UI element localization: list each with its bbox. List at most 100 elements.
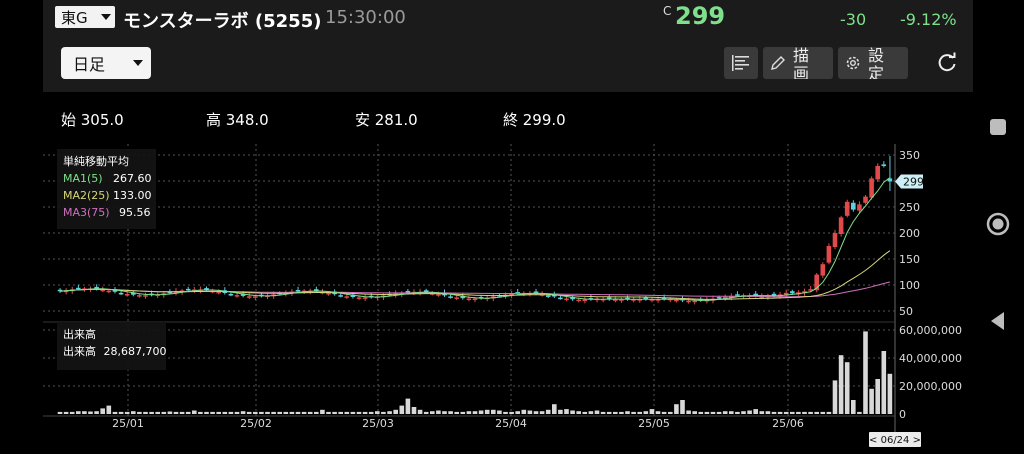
volume-bar: [539, 411, 545, 414]
candle-body: [143, 295, 148, 297]
volume-bar: [63, 411, 69, 414]
volume-legend: 出来高 出来高 28,687,700: [57, 322, 166, 370]
volume-bar: [686, 410, 691, 414]
low-value: 安 281.0: [355, 111, 418, 129]
candle-body: [344, 296, 350, 298]
volume-bar: [765, 411, 771, 414]
volume-bar: [729, 411, 734, 414]
volume-bar: [167, 411, 173, 414]
ma1-line: [60, 177, 891, 301]
volume-bar: [790, 411, 795, 414]
volume-bar: [722, 411, 728, 414]
volume-bar: [210, 411, 215, 414]
volume-bar: [863, 331, 868, 414]
volume-bar: [185, 411, 191, 414]
chevron-down-icon: [133, 60, 143, 66]
volume-bar: [161, 411, 167, 414]
candle-body: [253, 296, 258, 298]
candle-body: [851, 202, 856, 210]
volume-bar: [570, 410, 575, 414]
volume-bar: [545, 409, 551, 414]
high-value: 高 348.0: [206, 111, 269, 129]
period-select[interactable]: 日足: [61, 47, 151, 79]
x-tick-label: 25/04: [495, 417, 527, 430]
volume-bar: [112, 411, 118, 414]
candle-body: [472, 298, 478, 300]
volume-bar: [442, 411, 447, 414]
stock-chart-app: 東G モンスターラボ (5255) 15:30:00 C 299 -30 -9.…: [43, 0, 973, 450]
candle-body: [790, 291, 795, 294]
ma1-row: MA1(5) 267.60: [63, 170, 152, 187]
volume-bar: [533, 411, 539, 414]
volume-bar: [564, 409, 569, 414]
ma1-value: 267.60: [113, 172, 152, 185]
settings-button[interactable]: 設定: [838, 47, 908, 79]
volume-bar: [832, 380, 838, 414]
market-selector[interactable]: 東G: [55, 6, 115, 28]
volume-bar: [289, 411, 295, 414]
volume-bar: [228, 411, 234, 414]
volume-bar: [631, 411, 636, 414]
volume-bar: [88, 411, 93, 414]
chart-area[interactable]: 25/0125/0225/0325/0425/0525/063503002502…: [43, 144, 973, 450]
volume-bar: [887, 373, 893, 414]
volume-bar: [619, 411, 624, 414]
draw-button[interactable]: 描画: [763, 47, 833, 79]
candle-body: [545, 295, 551, 297]
x-tick-label: 25/06: [772, 417, 804, 430]
volume-bar: [411, 407, 417, 414]
volume-bar: [137, 411, 142, 414]
volume-legend-title: 出来高: [63, 328, 96, 341]
volume-bar: [747, 410, 752, 414]
volume-bar: [265, 411, 270, 414]
volume-bar: [155, 411, 160, 414]
volume-bar: [582, 411, 588, 414]
volume-bar: [466, 411, 472, 414]
volume-bar: [332, 411, 337, 414]
candle-body: [234, 295, 240, 297]
chart-canvas[interactable]: 25/0125/0225/0325/0425/0525/063503002502…: [43, 144, 973, 450]
volume-bar: [820, 411, 826, 414]
volume-bar: [741, 411, 746, 414]
volume-bar: [735, 411, 740, 414]
pencil-icon: [771, 56, 785, 70]
candle-body: [844, 201, 850, 216]
volume-bar: [704, 411, 710, 414]
volume-bar: [57, 411, 63, 414]
volume-bar: [124, 411, 130, 414]
volume-bar: [399, 405, 405, 414]
volume-tick-label: 40,000,000: [899, 352, 962, 365]
candle-body: [674, 299, 679, 302]
volume-bar: [558, 409, 563, 414]
volume-bar: [350, 411, 356, 414]
candle-body: [863, 196, 868, 203]
candle-body: [185, 288, 191, 291]
price-tick-label: 200: [899, 227, 920, 240]
ma-legend: 単純移動平均 MA1(5) 267.60 MA2(25) 133.00 MA3(…: [57, 149, 156, 229]
candle-body: [454, 297, 459, 299]
volume-bar: [692, 411, 697, 414]
indicator-list-button[interactable]: [724, 47, 758, 79]
ma1-label: MA1(5): [63, 172, 103, 185]
volume-bar: [338, 411, 343, 414]
header-bar: 東G モンスターラボ (5255) 15:30:00 C 299 -30 -9.…: [43, 0, 973, 36]
candle-body: [338, 295, 343, 297]
volume-bar: [606, 411, 612, 414]
volume-bar: [222, 411, 228, 414]
reload-button[interactable]: [936, 52, 958, 78]
home-icon-dot: [992, 218, 1004, 230]
chart-toolbar: 日足 描画 設定: [43, 36, 973, 92]
ma3-label: MA3(75): [63, 206, 110, 219]
volume-bar: [509, 411, 514, 414]
recents-icon[interactable]: [990, 119, 1006, 135]
candle-body: [875, 165, 880, 180]
volume-tick-label: 60,000,000: [899, 324, 962, 337]
volume-bar: [314, 411, 319, 414]
candle-body: [246, 296, 252, 298]
volume-bar: [423, 411, 429, 414]
volume-bar: [198, 411, 203, 414]
volume-bar: [808, 411, 813, 414]
volume-bar: [491, 409, 496, 414]
back-icon[interactable]: [991, 312, 1004, 330]
price-change-pct: -9.12%: [900, 10, 957, 29]
